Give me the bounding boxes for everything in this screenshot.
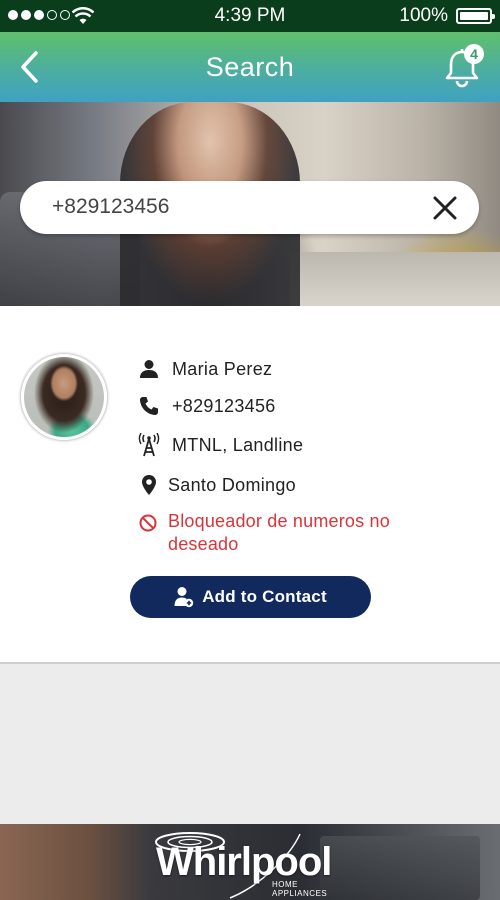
contact-phone: +829123456 — [172, 395, 276, 416]
block-icon — [138, 513, 158, 533]
whirlpool-logo: Whirlpool HOME APPLIANCES — [150, 826, 350, 900]
battery-percentage: 100% — [399, 5, 448, 26]
chevron-left-icon — [21, 51, 38, 83]
contact-phone-row: +829123456 — [138, 393, 276, 419]
caller-info-card: Maria Perez +829123456 MTNL, Landline Sa… — [0, 306, 500, 664]
contact-carrier: MTNL, Landline — [172, 434, 304, 455]
empty-area — [0, 664, 500, 824]
add-to-contact-label: Add to Contact — [202, 587, 327, 606]
contact-location: Santo Domingo — [168, 474, 296, 495]
antenna-icon — [138, 433, 160, 457]
person-icon — [138, 358, 160, 380]
nav-bar: Search 4 — [0, 32, 500, 102]
brand-tagline: HOME APPLIANCES — [272, 880, 328, 898]
page-title: Search — [205, 52, 295, 82]
add-contact-icon — [174, 587, 194, 608]
back-button[interactable] — [14, 48, 50, 86]
status-bar: 4:39 PM 100% — [0, 0, 500, 32]
notification-badge: 4 — [464, 44, 484, 64]
search-input[interactable] — [52, 191, 422, 223]
avatar — [21, 354, 107, 440]
add-to-contact-button[interactable]: Add to Contact — [130, 576, 371, 618]
clear-search-button[interactable] — [431, 194, 459, 222]
spam-warning-text: Bloqueador de numeros no deseado — [168, 511, 390, 554]
contact-name: Maria Perez — [172, 358, 273, 379]
contact-carrier-row: MTNL, Landline — [138, 432, 303, 458]
contact-name-row: Maria Perez — [138, 356, 272, 382]
ad-banner[interactable]: Whirlpool HOME APPLIANCES — [0, 824, 500, 900]
search-bar — [20, 181, 479, 234]
contact-location-row: Santo Domingo — [138, 472, 296, 498]
phone-icon — [138, 395, 160, 417]
location-pin-icon — [138, 474, 160, 496]
close-icon — [433, 196, 457, 220]
notifications-button[interactable]: 4 — [442, 44, 484, 90]
brand-name: Whirlpool — [156, 840, 332, 884]
battery-icon — [456, 8, 495, 24]
